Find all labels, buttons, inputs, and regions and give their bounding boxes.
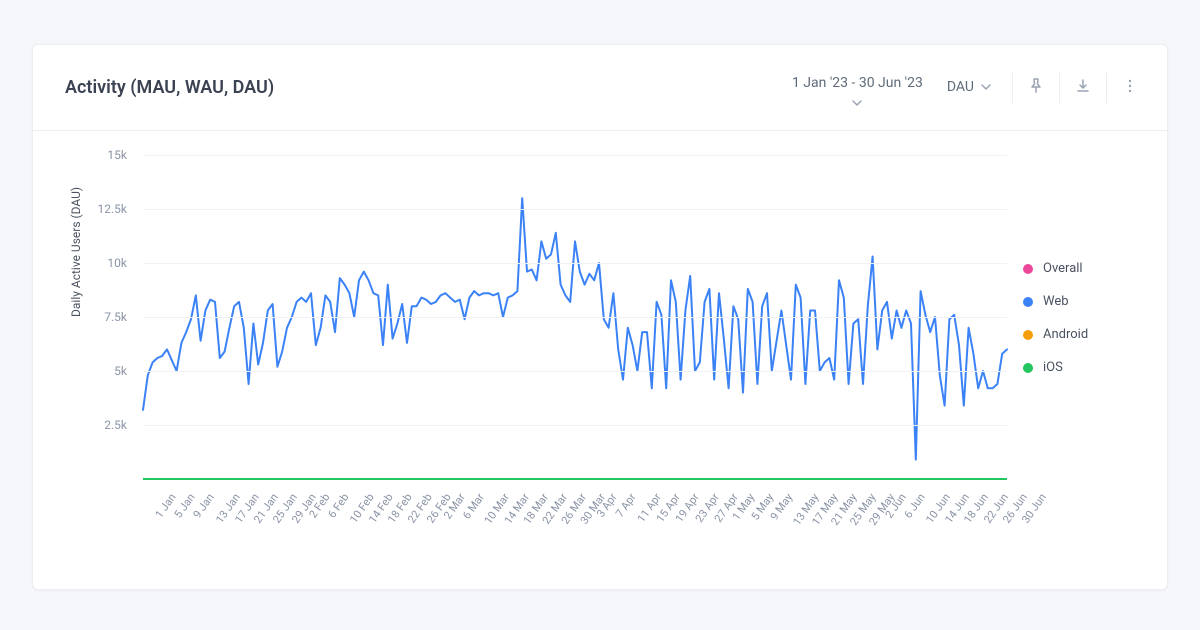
divider: [1059, 73, 1060, 103]
divider: [1106, 73, 1107, 103]
y-tick: 10k: [37, 256, 127, 270]
more-button[interactable]: [1113, 71, 1147, 105]
legend-label: iOS: [1043, 360, 1063, 375]
x-tick: 1 Jan: [153, 491, 179, 521]
card-title: Activity (MAU, WAU, DAU): [65, 45, 782, 98]
chart-area: Daily Active Users (DAU) 2.5k5k7.5k10k12…: [33, 131, 1167, 589]
legend-item-android[interactable]: Android: [1023, 327, 1143, 342]
activity-card: Activity (MAU, WAU, DAU) 1 Jan '23 - 30 …: [32, 44, 1168, 590]
y-tick: 2.5k: [37, 418, 127, 432]
y-tick: 15k: [37, 148, 127, 162]
metric-select[interactable]: DAU: [933, 71, 1006, 103]
plot-region: [143, 155, 1007, 479]
date-range-picker[interactable]: 1 Jan '23 - 30 Jun '23: [782, 71, 933, 113]
legend-dot: [1023, 264, 1033, 274]
download-button[interactable]: [1066, 71, 1100, 105]
pin-button[interactable]: [1019, 71, 1053, 105]
chevron-down-icon: [851, 97, 863, 109]
download-icon: [1075, 78, 1091, 98]
legend-label: Web: [1043, 294, 1069, 309]
date-range-label: 1 Jan '23 - 30 Jun '23: [792, 75, 923, 91]
legend: Overall Web Android iOS: [1023, 261, 1143, 375]
y-tick: 12.5k: [37, 202, 127, 216]
metric-select-label: DAU: [947, 79, 974, 95]
legend-item-web[interactable]: Web: [1023, 294, 1143, 309]
x-axis: 1 Jan5 Jan9 Jan13 Jan17 Jan21 Jan25 Jan2…: [143, 483, 1007, 573]
header-controls: 1 Jan '23 - 30 Jun '23 DAU: [782, 45, 1147, 113]
chevron-down-icon: [980, 81, 992, 93]
card-header: Activity (MAU, WAU, DAU) 1 Jan '23 - 30 …: [33, 45, 1167, 131]
y-tick: 5k: [37, 364, 127, 378]
legend-dot: [1023, 363, 1033, 373]
series-flat: [143, 478, 1007, 480]
divider: [1012, 73, 1013, 103]
legend-label: Overall: [1043, 261, 1083, 276]
legend-label: Android: [1043, 327, 1088, 342]
y-tick: 7.5k: [37, 310, 127, 324]
y-axis: 2.5k5k7.5k10k12.5k15k: [33, 155, 143, 479]
more-vertical-icon: [1122, 78, 1138, 98]
legend-item-overall[interactable]: Overall: [1023, 261, 1143, 276]
legend-dot: [1023, 297, 1033, 307]
legend-item-ios[interactable]: iOS: [1023, 360, 1143, 375]
pin-icon: [1028, 78, 1044, 98]
legend-dot: [1023, 330, 1033, 340]
